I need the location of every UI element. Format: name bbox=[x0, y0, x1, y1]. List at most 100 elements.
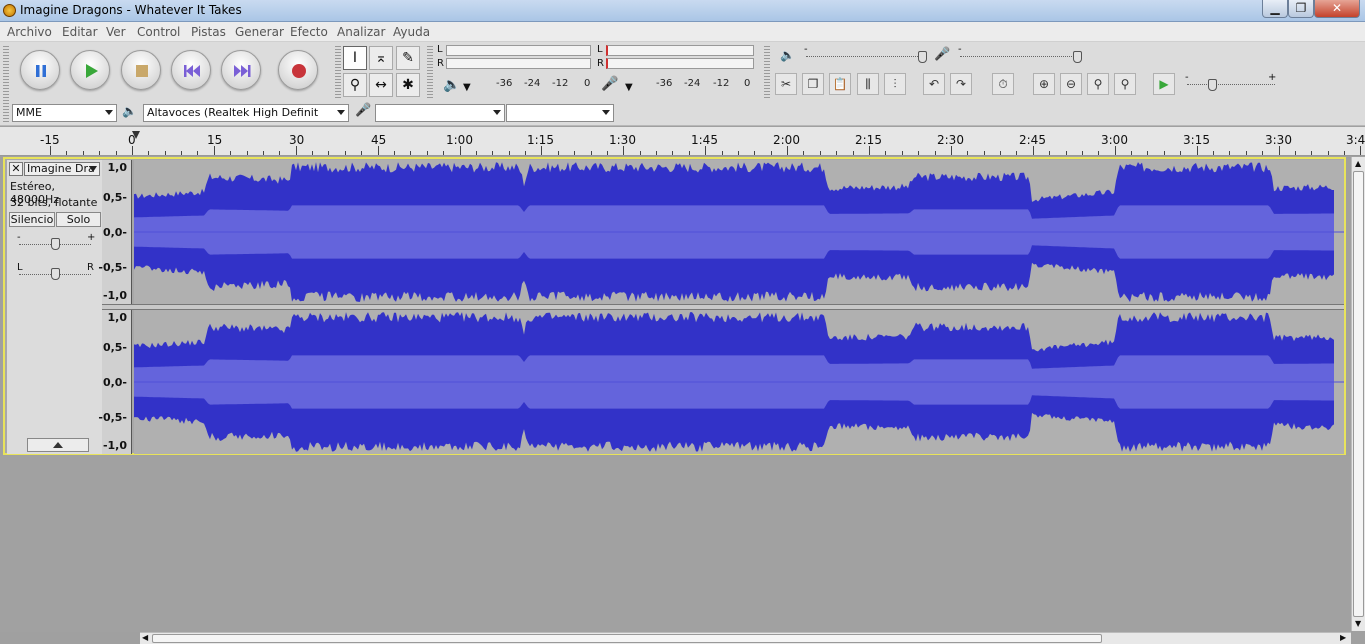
draw-tool[interactable]: ✎ bbox=[396, 46, 420, 70]
ruler-minor-tick bbox=[1066, 151, 1067, 155]
zoom-in-button[interactable]: ⊕ bbox=[1033, 73, 1055, 95]
envelope-tool[interactable]: ⌅ bbox=[369, 46, 393, 70]
paste-button[interactable]: 📋 bbox=[829, 73, 851, 95]
zoom-out-button[interactable]: ⊖ bbox=[1060, 73, 1082, 95]
stop-button[interactable] bbox=[121, 50, 161, 90]
gain-slider-thumb[interactable] bbox=[51, 238, 60, 250]
amplitude-label: 0,5- bbox=[102, 341, 127, 354]
input-volume-track[interactable] bbox=[960, 56, 1080, 58]
amplitude-label: 1,0 bbox=[107, 311, 128, 324]
audio-host-select[interactable]: MME bbox=[12, 104, 117, 122]
undo-button[interactable]: ↶ bbox=[923, 73, 945, 95]
toolbar-grip[interactable] bbox=[764, 46, 770, 98]
horizontal-scrollbar[interactable]: ◀ ▶ bbox=[140, 632, 1351, 644]
solo-button[interactable]: Solo bbox=[56, 212, 101, 227]
dropdown-arrow-icon bbox=[337, 110, 345, 115]
pause-button[interactable] bbox=[20, 50, 60, 90]
track-name-menu[interactable]: Imagine Dra bbox=[24, 162, 100, 176]
record-meter-right[interactable] bbox=[606, 58, 754, 69]
toolbar-grip[interactable] bbox=[3, 46, 9, 98]
play-speed-track[interactable] bbox=[1187, 84, 1275, 86]
ruler-minor-tick bbox=[263, 151, 264, 155]
trim-button[interactable]: ⫼ bbox=[857, 73, 879, 95]
ruler-label: -15 bbox=[40, 133, 60, 147]
menu-ayuda[interactable]: Ayuda bbox=[393, 25, 430, 39]
ruler-minor-tick bbox=[1098, 151, 1099, 155]
track-close-button[interactable]: ✕ bbox=[9, 162, 23, 176]
redo-button[interactable]: ↷ bbox=[950, 73, 972, 95]
selection-tool[interactable]: I bbox=[343, 46, 367, 70]
menu-control[interactable]: Control bbox=[137, 25, 180, 39]
toolbar-grip[interactable] bbox=[427, 46, 433, 98]
ruler-minor-tick bbox=[116, 151, 117, 155]
scroll-right-icon[interactable]: ▶ bbox=[1340, 633, 1346, 642]
waveform-left-channel[interactable] bbox=[134, 160, 1344, 304]
menu-editar[interactable]: Editar bbox=[62, 25, 98, 39]
ruler-label: 1:00 bbox=[446, 133, 473, 147]
pan-slider-thumb[interactable] bbox=[51, 268, 60, 280]
vertical-scrollbar[interactable]: ▲ ▼ bbox=[1351, 157, 1365, 631]
playback-meter-left[interactable] bbox=[446, 45, 591, 56]
ruler-minor-tick bbox=[66, 151, 67, 155]
skip-to-start-button[interactable] bbox=[171, 50, 211, 90]
play-icon bbox=[86, 64, 98, 78]
menu-analizar[interactable]: Analizar bbox=[337, 25, 385, 39]
ruler-label: 1:30 bbox=[609, 133, 636, 147]
menu-generar[interactable]: Generar bbox=[235, 25, 284, 39]
copy-button[interactable]: ❐ bbox=[802, 73, 824, 95]
mute-button[interactable]: Silencio bbox=[9, 212, 55, 227]
sync-lock-button[interactable]: ⏱ bbox=[992, 73, 1014, 95]
ruler-minor-tick bbox=[99, 151, 100, 155]
ruler-minor-tick bbox=[230, 151, 231, 155]
fit-selection-button[interactable]: ⚲ bbox=[1087, 73, 1109, 95]
toolbar-grip[interactable] bbox=[335, 46, 341, 98]
amplitude-label: 1,0 bbox=[107, 161, 128, 174]
play-icon: ▶ bbox=[1159, 77, 1169, 91]
pause-icon bbox=[36, 65, 46, 77]
playback-meter-menu[interactable]: ▼ bbox=[463, 82, 471, 93]
play-at-speed-button[interactable]: ▶ bbox=[1153, 73, 1175, 95]
horizontal-scroll-thumb[interactable] bbox=[152, 634, 1102, 643]
record-meter-left[interactable] bbox=[606, 45, 754, 56]
collapse-track-button[interactable] bbox=[27, 438, 89, 452]
input-device-select[interactable] bbox=[375, 104, 505, 122]
menu-archivo[interactable]: Archivo bbox=[7, 25, 52, 39]
waveform-right-channel[interactable] bbox=[134, 310, 1344, 454]
scroll-up-icon[interactable]: ▲ bbox=[1355, 159, 1361, 168]
play-speed-thumb[interactable] bbox=[1208, 79, 1217, 91]
output-volume-track[interactable] bbox=[806, 56, 926, 58]
timeline-ruler[interactable]: -15 0 15 30 45 1:00 1:15 1:30 1:45 2:00 2:15 2:30 2:… bbox=[0, 127, 1365, 156]
output-volume-thumb[interactable] bbox=[918, 51, 927, 63]
time-shift-tool[interactable]: ↔ bbox=[369, 73, 393, 97]
toolbar-grip[interactable] bbox=[3, 100, 9, 124]
play-button[interactable] bbox=[70, 50, 110, 90]
close-button[interactable]: ✕ bbox=[1314, 0, 1360, 18]
zoom-tool[interactable]: ⚲ bbox=[343, 73, 367, 97]
minimize-button[interactable]: ▁ bbox=[1262, 0, 1288, 18]
scroll-left-icon[interactable]: ◀ bbox=[142, 633, 148, 642]
output-device-select[interactable]: Altavoces (Realtek High Definit bbox=[143, 104, 349, 122]
scroll-down-icon[interactable]: ▼ bbox=[1355, 619, 1361, 628]
toolbar-area: I ⌅ ✎ ⚲ ↔ ✱ L R L R 🔈 ▼ -36 -24 -12 0 🎤 … bbox=[0, 42, 1365, 126]
input-channels-select[interactable] bbox=[506, 104, 614, 122]
vertical-scroll-thumb[interactable] bbox=[1353, 171, 1364, 617]
skip-to-end-button[interactable] bbox=[221, 50, 261, 90]
menu-efecto[interactable]: Efecto bbox=[290, 25, 328, 39]
menu-pistas[interactable]: Pistas bbox=[191, 25, 226, 39]
timer-icon: ⏱ bbox=[998, 77, 1008, 91]
multi-tool[interactable]: ✱ bbox=[396, 73, 420, 97]
input-volume-thumb[interactable] bbox=[1073, 51, 1082, 63]
playback-meter-right[interactable] bbox=[446, 58, 591, 69]
cut-button[interactable]: ✂ bbox=[775, 73, 797, 95]
record-meter-menu[interactable]: ▼ bbox=[625, 82, 633, 93]
ruler-minor-tick bbox=[410, 151, 411, 155]
ruler-label: 1:45 bbox=[691, 133, 718, 147]
menu-ver[interactable]: Ver bbox=[106, 25, 126, 39]
fit-project-button[interactable]: ⚲ bbox=[1114, 73, 1136, 95]
silence-button[interactable]: ⫶ bbox=[884, 73, 906, 95]
record-button[interactable] bbox=[278, 50, 318, 90]
empty-project-area[interactable] bbox=[0, 456, 1351, 632]
maximize-button[interactable]: ❐ bbox=[1288, 0, 1314, 18]
ruler-minor-tick bbox=[902, 151, 903, 155]
track-name: Imagine Dra bbox=[27, 162, 95, 175]
